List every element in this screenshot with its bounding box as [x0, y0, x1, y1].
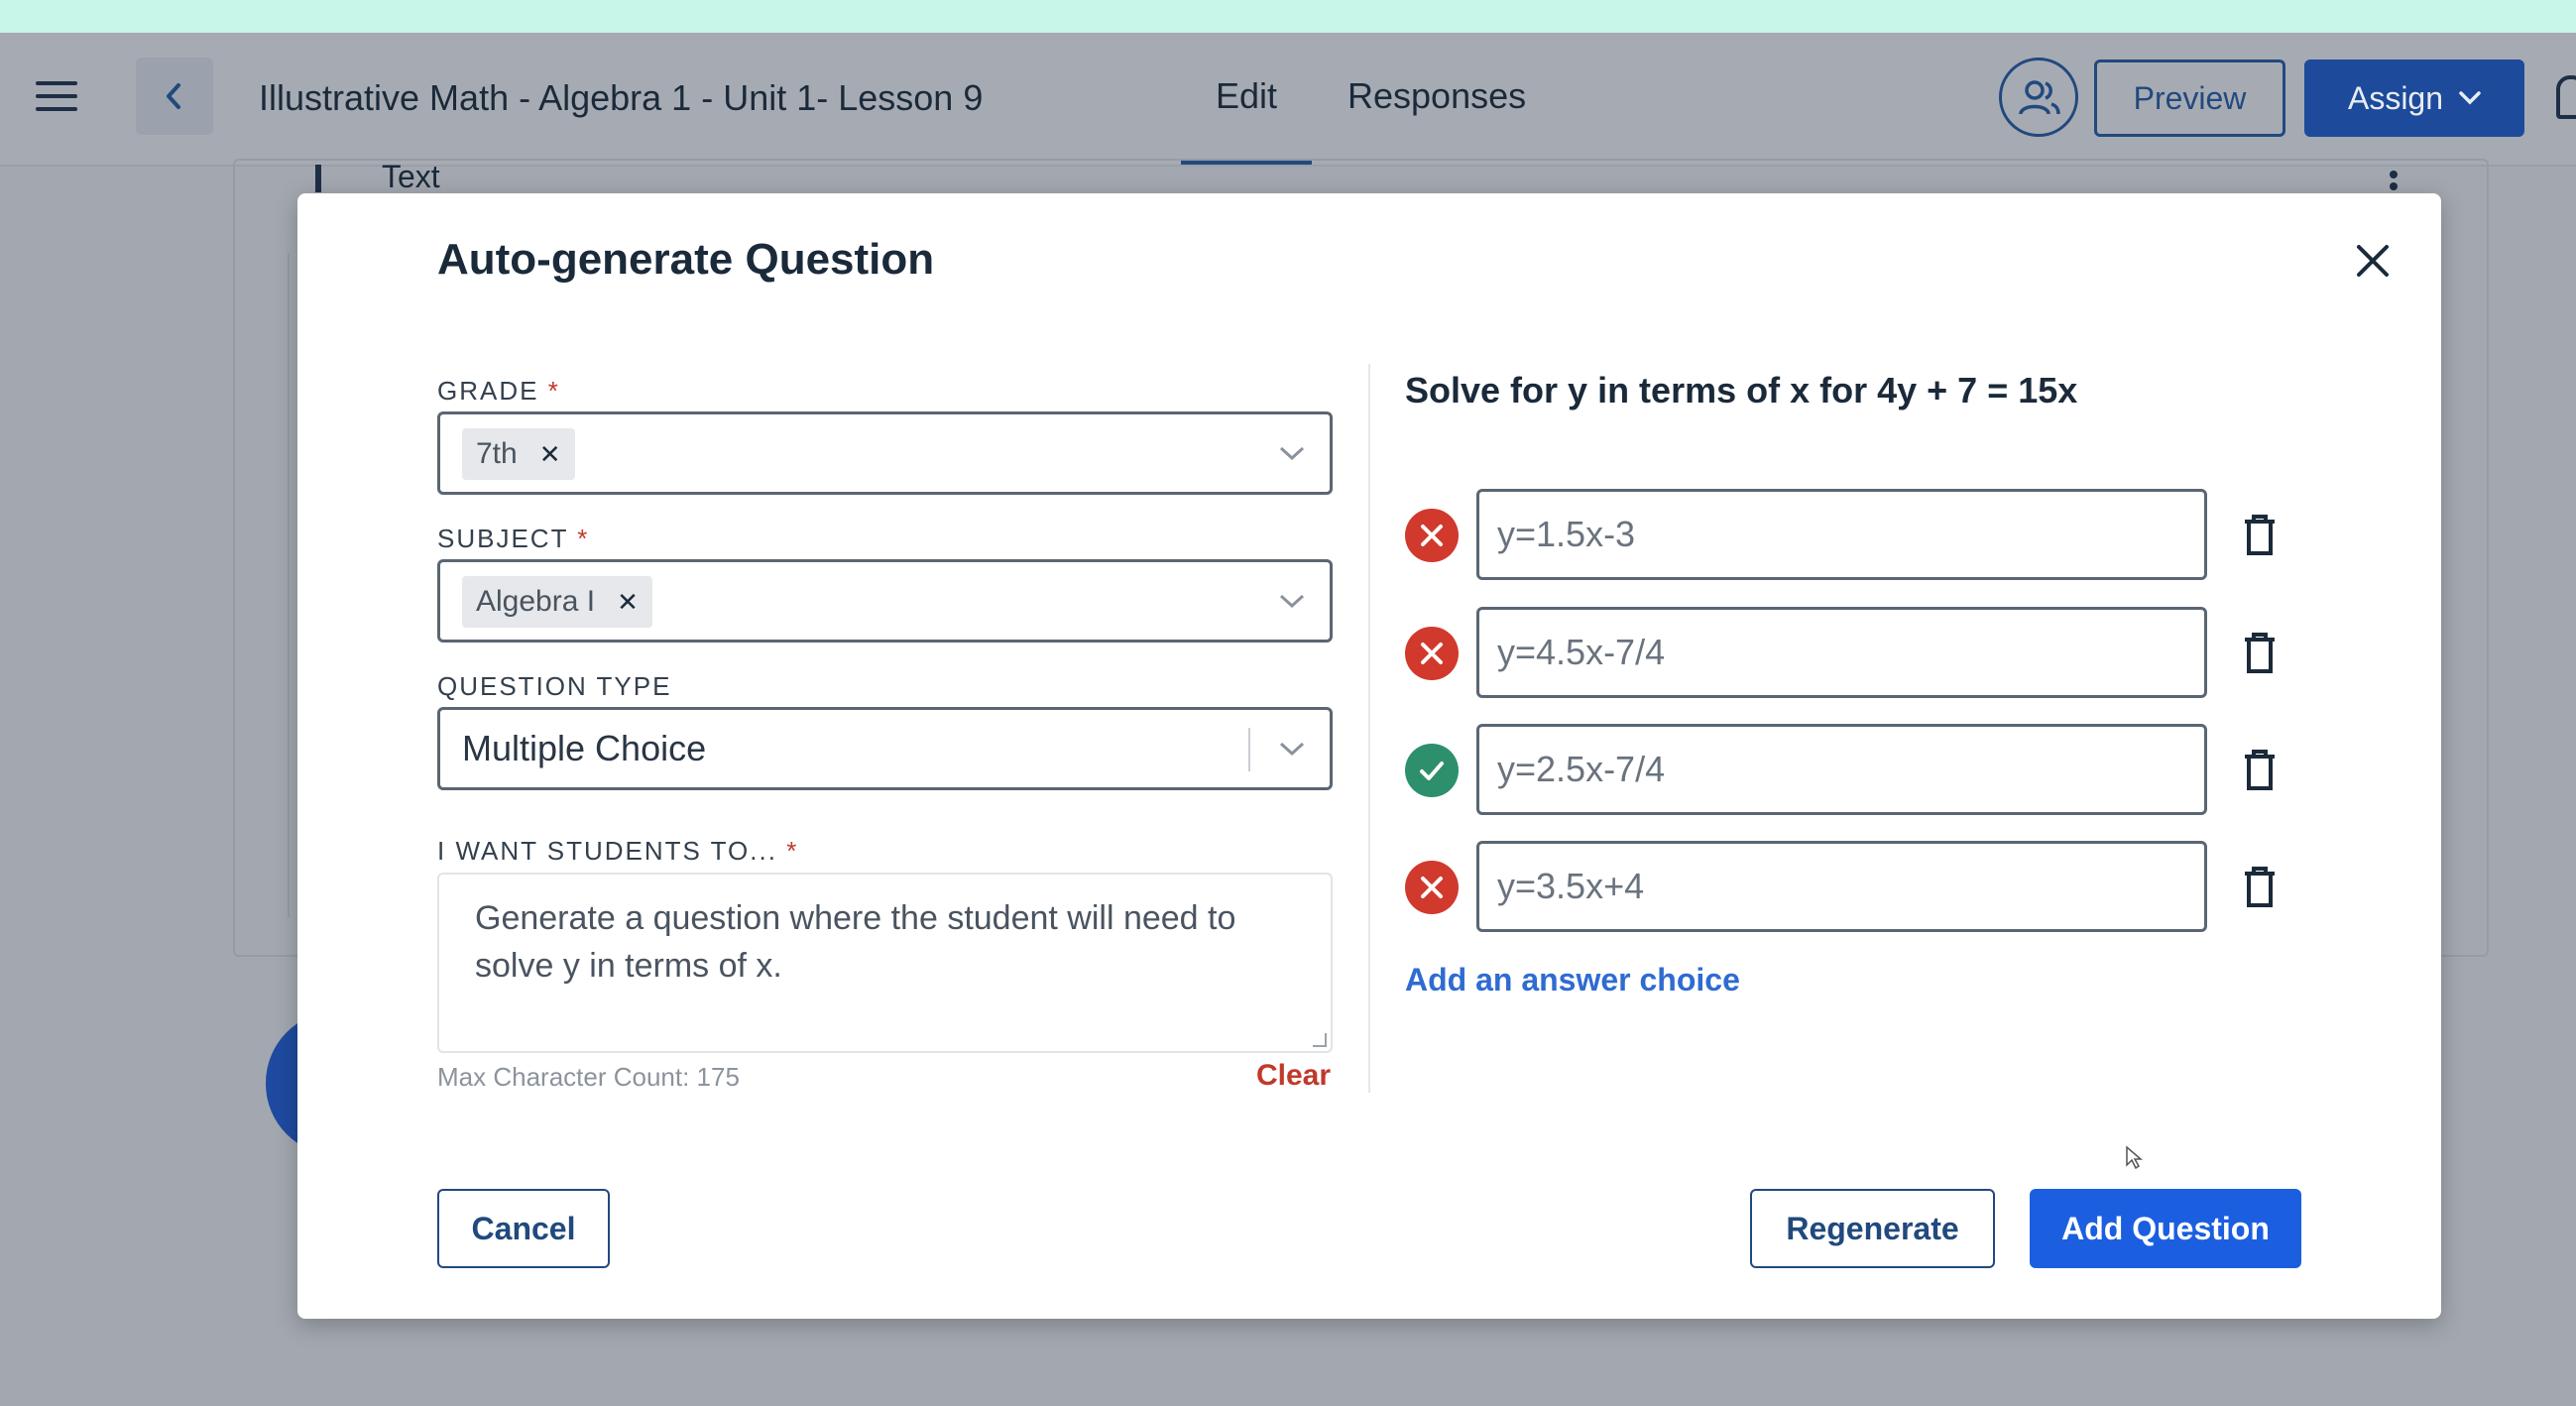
auto-generate-modal: Auto-generate Question GRADE * 7th ✕ SUB… — [297, 193, 2441, 1319]
collaborators-button[interactable] — [1999, 58, 2078, 137]
tab-responses[interactable]: Responses — [1347, 75, 1526, 117]
grade-chip: 7th ✕ — [462, 428, 575, 480]
hamburger-menu-icon[interactable] — [36, 81, 77, 111]
notifications-bell-icon[interactable] — [2556, 75, 2576, 119]
answer-choice-row: y=3.5x+4 — [1405, 841, 2297, 932]
regenerate-button[interactable]: Regenerate — [1750, 1189, 1995, 1268]
question-type-select[interactable]: Multiple Choice — [437, 707, 1333, 790]
answer-choice-row: y=2.5x-7/4 — [1405, 724, 2297, 815]
cancel-button[interactable]: Cancel — [437, 1189, 610, 1268]
answer-choice-input[interactable]: y=3.5x+4 — [1476, 841, 2207, 932]
users-icon — [2019, 80, 2060, 115]
answer-choice-input[interactable]: y=1.5x-3 — [1476, 489, 2207, 580]
resize-handle[interactable] — [1313, 1033, 1327, 1047]
preview-button[interactable]: Preview — [2094, 59, 2285, 137]
trash-icon[interactable] — [2243, 633, 2277, 674]
mouse-cursor-icon — [2126, 1145, 2143, 1170]
students-to-textarea[interactable]: Generate a question where the student wi… — [437, 873, 1333, 1053]
back-button[interactable] — [136, 58, 213, 135]
incorrect-icon[interactable] — [1405, 627, 1459, 680]
top-strip — [0, 0, 2576, 33]
modal-title: Auto-generate Question — [437, 235, 935, 284]
generated-question-text: Solve for y in terms of x for 4y + 7 = 1… — [1405, 370, 2078, 410]
chevron-down-icon — [1279, 742, 1305, 757]
text-block-icon — [315, 165, 321, 192]
add-question-button[interactable]: Add Question — [2030, 1189, 2301, 1268]
grade-label: GRADE * — [437, 376, 560, 407]
trash-icon[interactable] — [2243, 515, 2277, 556]
assign-label: Assign — [2347, 79, 2444, 116]
chevron-down-icon — [1279, 594, 1305, 609]
add-answer-choice-link[interactable]: Add an answer choice — [1405, 962, 1740, 998]
app-header: Illustrative Math - Algebra 1 - Unit 1- … — [0, 33, 2576, 167]
answer-choice-input[interactable]: y=4.5x-7/4 — [1476, 607, 2207, 698]
required-mark: * — [547, 376, 560, 406]
chevron-down-icon — [2459, 91, 2481, 105]
answer-choice-row: y=4.5x-7/4 — [1405, 607, 2297, 698]
remove-grade-icon[interactable]: ✕ — [539, 439, 561, 470]
page-title: Illustrative Math - Algebra 1 - Unit 1- … — [259, 77, 984, 118]
students-to-label-text: I WANT STUDENTS TO... — [437, 836, 777, 866]
subject-label: SUBJECT * — [437, 524, 589, 554]
background-text-label: Text — [382, 159, 440, 194]
grade-chip-label: 7th — [476, 437, 518, 470]
subject-select[interactable]: Algebra I ✕ — [437, 559, 1333, 643]
answer-choice-input[interactable]: y=2.5x-7/4 — [1476, 724, 2207, 815]
incorrect-icon[interactable] — [1405, 509, 1459, 562]
chevron-down-icon — [1279, 446, 1305, 461]
subject-chip-label: Algebra I — [476, 585, 596, 618]
required-mark: * — [577, 524, 590, 553]
trash-icon[interactable] — [2243, 867, 2277, 908]
close-icon[interactable] — [2353, 241, 2393, 281]
subject-label-text: SUBJECT — [437, 524, 568, 553]
incorrect-icon[interactable] — [1405, 861, 1459, 914]
grade-label-text: GRADE — [437, 376, 539, 406]
column-divider — [1368, 364, 1370, 1093]
tab-edit[interactable]: Edit — [1216, 75, 1277, 117]
question-type-label: QUESTION TYPE — [437, 671, 672, 701]
answer-choice-row: y=1.5x-3 — [1405, 489, 2297, 580]
clear-link[interactable]: Clear — [1256, 1059, 1331, 1093]
subject-chip: Algebra I ✕ — [462, 576, 652, 628]
chevron-left-icon — [167, 83, 180, 109]
grade-select[interactable]: 7th ✕ — [437, 411, 1333, 495]
question-type-value: Multiple Choice — [462, 728, 707, 768]
trash-icon[interactable] — [2243, 750, 2277, 791]
assign-button[interactable]: Assign — [2304, 59, 2524, 137]
correct-check-icon[interactable] — [1405, 744, 1459, 797]
students-to-value: Generate a question where the student wi… — [475, 899, 1236, 985]
select-divider — [1248, 728, 1250, 771]
remove-subject-icon[interactable]: ✕ — [617, 587, 639, 618]
students-to-label: I WANT STUDENTS TO... * — [437, 836, 798, 867]
required-mark: * — [786, 836, 799, 866]
max-character-count: Max Character Count: 175 — [437, 1062, 740, 1092]
